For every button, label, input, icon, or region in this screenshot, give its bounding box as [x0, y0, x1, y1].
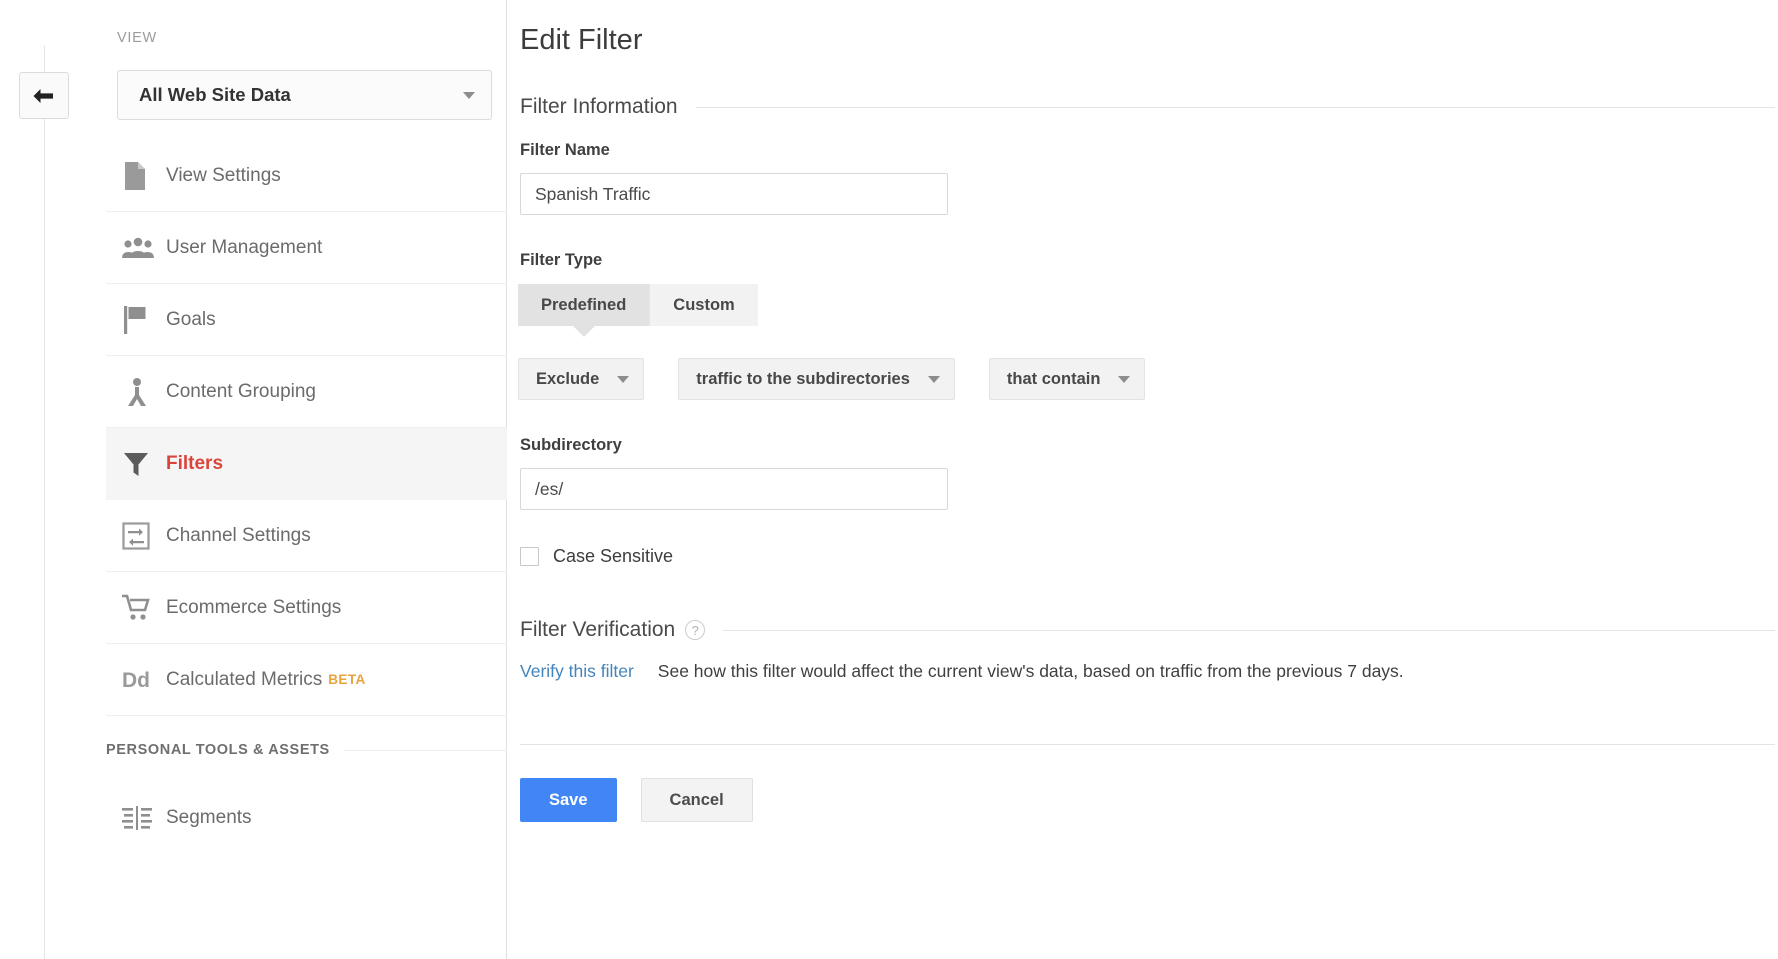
- chevron-down-icon: [463, 92, 475, 99]
- analytics-admin-page: VIEW All Web Site Data View Settings: [0, 0, 1778, 959]
- channel-settings-icon: [122, 522, 166, 550]
- form-footer-divider: [520, 744, 1775, 745]
- filter-verb-value: Exclude: [536, 370, 599, 389]
- shopping-cart-icon: [122, 594, 166, 622]
- tab-custom[interactable]: Custom: [650, 284, 757, 326]
- section-divider: [696, 107, 1775, 108]
- sidebar-nav: View Settings User Management: [106, 140, 507, 716]
- view-section-label: VIEW: [117, 30, 157, 46]
- subdirectory-label: Subdirectory: [520, 436, 622, 455]
- sidebar-item-label: Content Grouping: [166, 381, 316, 403]
- filter-information-section-header: Filter Information: [520, 95, 1775, 119]
- section-divider: [723, 630, 1775, 631]
- main-content: Edit Filter Filter Information Filter Na…: [507, 0, 1778, 959]
- sidebar-item-label: Ecommerce Settings: [166, 597, 341, 619]
- sidebar-item-label: Channel Settings: [166, 525, 311, 547]
- sidebar-item-label: View Settings: [166, 165, 281, 187]
- sidebar-item-label: Filters: [166, 453, 223, 475]
- tab-label: Predefined: [541, 296, 626, 315]
- sidebar-item-calculated-metrics[interactable]: Dd Calculated Metrics BETA: [106, 644, 507, 716]
- tab-label: Custom: [673, 296, 734, 315]
- sidebar-rail-divider: [44, 46, 45, 959]
- page-title: Edit Filter: [520, 24, 642, 57]
- filter-match-select[interactable]: that contain: [989, 358, 1146, 400]
- filter-verification-row: Verify this filter See how this filter w…: [520, 661, 1404, 682]
- sidebar-nav-personal: Segments: [106, 782, 507, 854]
- back-button[interactable]: [19, 72, 69, 119]
- sidebar-item-label: User Management: [166, 237, 322, 259]
- funnel-icon: [122, 450, 166, 478]
- save-button-label: Save: [549, 791, 588, 810]
- sidebar-item-user-management[interactable]: User Management: [106, 212, 507, 284]
- view-selector[interactable]: All Web Site Data: [117, 70, 492, 120]
- sidebar-item-view-settings[interactable]: View Settings: [106, 140, 507, 212]
- sidebar-item-label: Calculated Metrics: [166, 669, 322, 691]
- filter-verification-title: Filter Verification: [520, 618, 675, 642]
- view-selector-value: All Web Site Data: [139, 84, 463, 106]
- chevron-down-icon: [1118, 376, 1130, 383]
- filter-target-value: traffic to the subdirectories: [696, 370, 910, 389]
- help-icon[interactable]: ?: [685, 620, 705, 640]
- save-button[interactable]: Save: [520, 778, 617, 822]
- sidebar-item-channel-settings[interactable]: Channel Settings: [106, 500, 507, 572]
- filter-information-title: Filter Information: [520, 95, 678, 119]
- verify-this-filter-link[interactable]: Verify this filter: [520, 661, 634, 682]
- chevron-down-icon: [617, 376, 629, 383]
- filter-name-label: Filter Name: [520, 141, 610, 160]
- beta-badge: BETA: [328, 672, 365, 687]
- svg-text:Dd: Dd: [122, 669, 150, 692]
- sidebar-item-filters[interactable]: Filters: [106, 428, 507, 500]
- segments-icon: [122, 806, 166, 830]
- filter-name-input[interactable]: [520, 173, 948, 215]
- back-arrow-icon: [31, 86, 57, 106]
- document-icon: [122, 161, 166, 191]
- case-sensitive-row[interactable]: Case Sensitive: [520, 546, 673, 567]
- content-grouping-icon: [122, 377, 166, 407]
- flag-icon: [122, 305, 166, 335]
- tab-predefined[interactable]: Predefined: [518, 284, 650, 326]
- sidebar-item-ecommerce-settings[interactable]: Ecommerce Settings: [106, 572, 507, 644]
- filter-type-label: Filter Type: [520, 251, 602, 270]
- dd-icon: Dd: [122, 668, 166, 692]
- form-actions: Save Cancel: [520, 778, 753, 822]
- sidebar-item-segments[interactable]: Segments: [106, 782, 507, 854]
- filter-verification-section-header: Filter Verification ?: [520, 618, 1775, 642]
- sidebar-item-content-grouping[interactable]: Content Grouping: [106, 356, 507, 428]
- sidebar-section-title: PERSONAL TOOLS & ASSETS: [106, 742, 330, 758]
- subdirectory-input[interactable]: [520, 468, 948, 510]
- cancel-button[interactable]: Cancel: [641, 778, 753, 822]
- case-sensitive-checkbox[interactable]: [520, 547, 539, 566]
- filter-target-select[interactable]: traffic to the subdirectories: [678, 358, 955, 400]
- filter-expression-row: Exclude traffic to the subdirectories th…: [518, 358, 1145, 400]
- chevron-down-icon: [928, 376, 940, 383]
- sidebar: VIEW All Web Site Data View Settings: [0, 0, 507, 959]
- case-sensitive-label: Case Sensitive: [553, 546, 673, 567]
- sidebar-item-label: Goals: [166, 309, 216, 331]
- sidebar-section-header: PERSONAL TOOLS & ASSETS: [106, 742, 507, 758]
- verify-description: See how this filter would affect the cur…: [658, 661, 1404, 682]
- filter-type-tabs: Predefined Custom: [518, 284, 758, 326]
- sidebar-item-goals[interactable]: Goals: [106, 284, 507, 356]
- sidebar-section-divider: [344, 750, 507, 751]
- filter-match-value: that contain: [1007, 370, 1101, 389]
- people-icon: [122, 237, 166, 259]
- cancel-button-label: Cancel: [670, 791, 724, 810]
- filter-verb-select[interactable]: Exclude: [518, 358, 644, 400]
- sidebar-item-label: Segments: [166, 807, 252, 829]
